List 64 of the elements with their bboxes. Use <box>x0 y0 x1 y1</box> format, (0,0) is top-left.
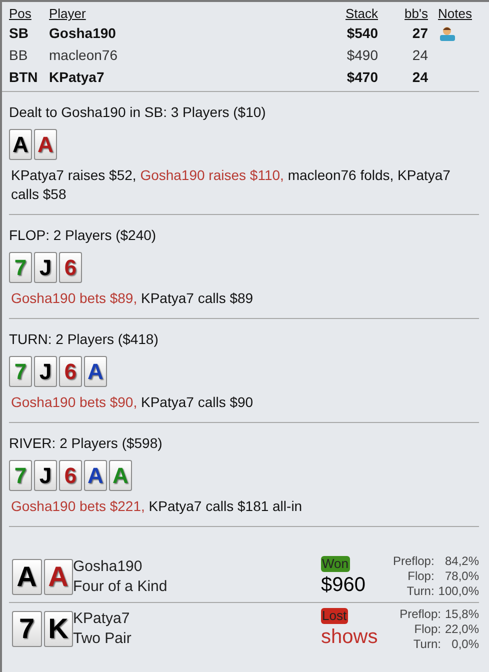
playing-card: 7 <box>12 611 42 647</box>
column-header[interactable]: Stack <box>308 6 378 22</box>
table-cell-text: BB <box>9 46 29 64</box>
equity-label: Preflop: <box>400 606 441 622</box>
column-header[interactable]: Pos <box>9 6 49 22</box>
column-header[interactable]: Player <box>49 6 308 22</box>
table-cell-text: $470 <box>346 68 378 86</box>
player-name: Gosha190 <box>73 556 144 576</box>
table-cell-text: Gosha190 <box>49 24 117 42</box>
playing-card: 6 <box>59 460 82 491</box>
player-name: KPatya7 <box>73 609 131 629</box>
equity-value: 84,2% <box>444 554 479 569</box>
action-text: Gosha190 bets $221, KPatya7 calls $181 all-in <box>10 497 304 516</box>
playing-card: J <box>34 460 57 491</box>
playing-card: A <box>12 558 42 594</box>
result-badge: Won <box>321 556 350 572</box>
amount-text: $960 <box>321 572 366 598</box>
person-icon[interactable] <box>440 26 455 40</box>
equity-label: Flop: <box>413 622 441 636</box>
equity-label: Preflop: <box>392 554 434 569</box>
amount-text: shows <box>321 625 378 650</box>
action-text: Gosha190 bets $89, KPatya7 calls $89 <box>10 289 254 308</box>
action-text: Gosha190 bets $90, KPatya7 calls $90 <box>10 393 254 412</box>
street-title: FLOP: 2 Players ($240) <box>9 226 158 244</box>
playing-card: 7 <box>9 252 32 283</box>
street-title: RIVER: 2 Players ($598) <box>9 434 164 452</box>
playing-card: J <box>34 252 57 283</box>
table-cell-text: 27 <box>411 24 428 42</box>
table-cell-text: KPatya7 <box>49 68 106 87</box>
result-badge: Lost <box>321 608 348 624</box>
playing-card: J <box>34 356 57 387</box>
playing-card: A <box>9 129 32 160</box>
equity-value: 15,8% <box>444 606 479 622</box>
column-header[interactable]: bb's <box>378 6 428 22</box>
equity-value: 22,0% <box>444 622 479 636</box>
equity-label: Turn: <box>412 636 441 652</box>
column-header[interactable]: Notes <box>428 6 472 22</box>
playing-card: A <box>84 460 107 491</box>
table-cell-text: SB <box>9 24 30 42</box>
table-cell-text: $540 <box>346 24 378 42</box>
equity-value: 0,0% <box>450 636 479 652</box>
playing-card: K <box>44 611 73 647</box>
table-cell-text: 24 <box>411 68 428 86</box>
hand-name: Two Pair <box>73 629 132 649</box>
table-cell-text: $490 <box>346 46 378 64</box>
equity-label: Flop: <box>406 569 434 584</box>
table-cell-text: macleon76 <box>49 46 118 64</box>
street-title: TURN: 2 Players ($418) <box>9 330 160 348</box>
table-cell-text: BTN <box>9 68 39 86</box>
table-cell-text: 24 <box>411 46 428 64</box>
equity-label: Turn: <box>406 584 434 599</box>
equity-value: 100,0% <box>438 584 479 599</box>
playing-card: A <box>109 460 132 491</box>
street-title: Dealt to Gosha190 in SB: 3 Players ($10) <box>9 103 267 121</box>
playing-card: 7 <box>9 460 32 491</box>
hand-name: Four of a Kind <box>73 576 168 596</box>
equity-value: 78,0% <box>444 569 479 584</box>
playing-card: A <box>84 356 107 387</box>
playing-card: 7 <box>9 356 32 387</box>
playing-card: A <box>34 129 57 160</box>
playing-card: A <box>44 558 73 594</box>
playing-card: 6 <box>59 356 82 387</box>
action-text: KPatya7 raises $52, Gosha190 raises $110, macleon76 folds, KPatya7 calls $58 <box>10 166 452 204</box>
playing-card: 6 <box>59 252 82 283</box>
